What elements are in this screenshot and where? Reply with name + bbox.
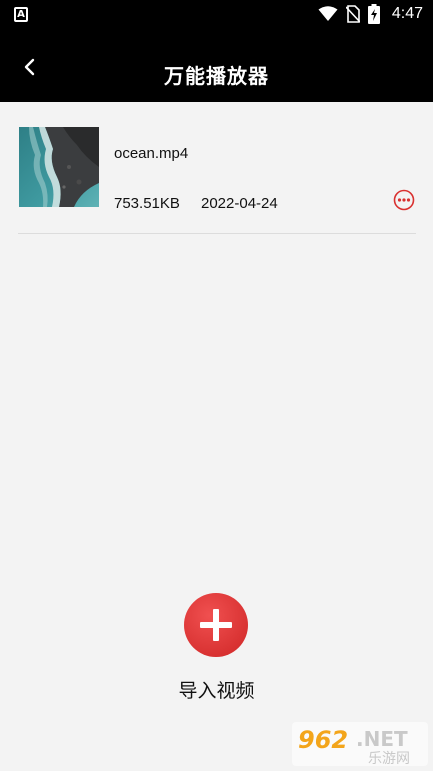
wifi-icon: [318, 6, 338, 21]
page-title: 万能播放器: [164, 64, 269, 88]
video-list-item[interactable]: ocean.mp4 753.51KB 2022-04-24: [18, 110, 416, 234]
status-bar: A 4:47: [0, 0, 433, 30]
svg-text:.NET: .NET: [356, 727, 408, 751]
no-sim-icon: [345, 5, 360, 23]
ocean-thumbnail-image: [19, 127, 99, 207]
import-video-button[interactable]: [184, 593, 248, 657]
svg-text:乐游网: 乐游网: [368, 751, 410, 766]
video-name: ocean.mp4: [114, 145, 189, 162]
app-notification-icon: A: [14, 7, 28, 22]
import-video-label[interactable]: 导入视频: [0, 676, 433, 703]
status-icons: 4:47: [318, 4, 423, 24]
more-options-button[interactable]: [393, 189, 415, 211]
app-bar: 万能播放器: [0, 30, 433, 102]
video-size: 753.51KB: [114, 195, 180, 212]
video-thumbnail[interactable]: [19, 127, 99, 207]
status-time: 4:47: [391, 5, 423, 22]
plus-icon: [184, 593, 248, 657]
svg-text:962: 962: [298, 726, 348, 754]
video-date: 2022-04-24: [201, 195, 278, 212]
more-horizontal-icon: [393, 189, 415, 211]
battery-charging-icon: [367, 4, 380, 24]
watermark-logo: 962 .NET 乐游网: [292, 722, 428, 767]
